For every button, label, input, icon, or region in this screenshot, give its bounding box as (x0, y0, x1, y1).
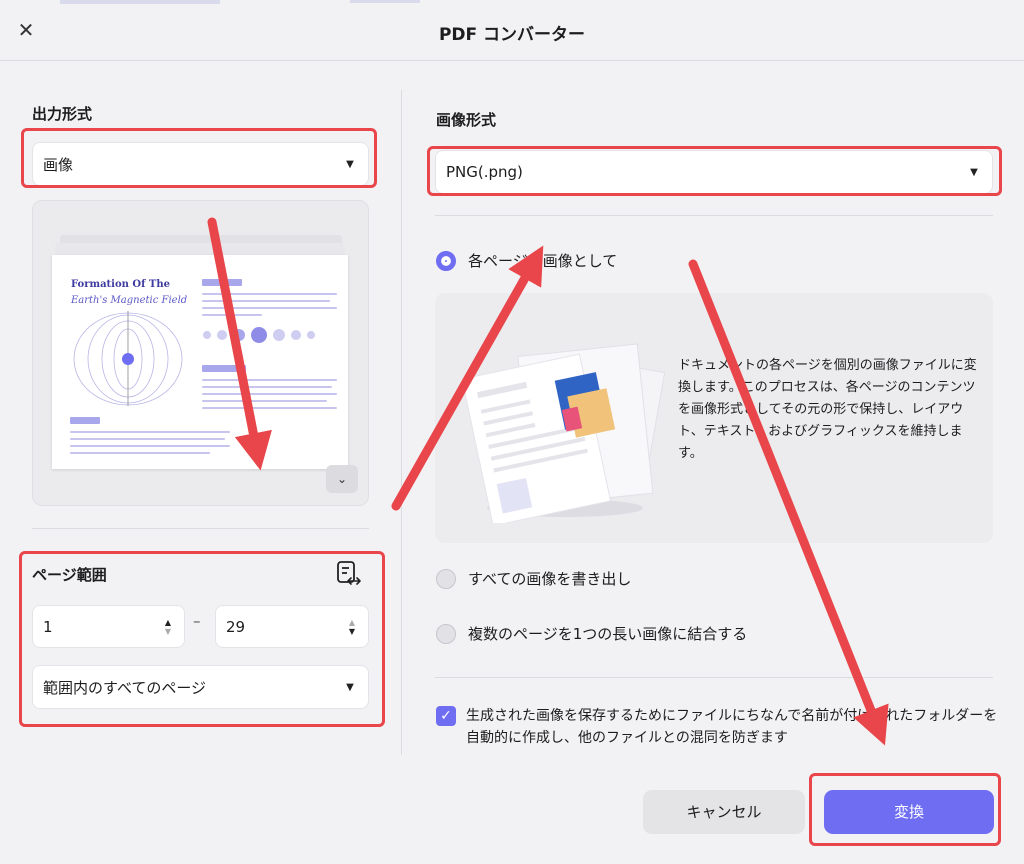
preview-text-line (202, 386, 332, 388)
option-export-all-images-label: すべての画像を書き出し (468, 570, 632, 588)
document-pages-illustration (465, 343, 665, 523)
planet-dot (203, 331, 211, 339)
preview-tag (70, 417, 100, 424)
page-stack-shadow (55, 243, 345, 255)
decrement-icon[interactable]: ▼ (344, 627, 360, 636)
chevron-down-icon: ▼ (970, 166, 978, 178)
cancel-button[interactable]: キャンセル (643, 790, 805, 834)
decrement-icon[interactable]: ▼ (160, 627, 176, 636)
expand-preview-button[interactable]: ⌄ (326, 465, 358, 493)
page-scope-select[interactable]: 範囲内のすべてのページ ▼ (32, 665, 369, 709)
preview-text-line (70, 438, 225, 440)
preview-text-line (202, 393, 337, 395)
planet-dot (217, 330, 227, 340)
preview-text-line (202, 293, 337, 295)
page-range-settings-icon[interactable] (334, 560, 362, 588)
option-combine-pages-label: 複数のページを1つの長い画像に結合する (468, 625, 748, 643)
preview-text-line (202, 307, 337, 309)
increment-icon[interactable]: ▲ (344, 618, 360, 627)
background-window-peek (60, 0, 220, 4)
preview-text-line (202, 407, 337, 409)
preview-text-line (202, 300, 330, 302)
background-window-peek (350, 0, 420, 3)
planet-dot (273, 329, 285, 341)
preview-text-line (70, 452, 210, 454)
output-format-select[interactable]: 画像 ▼ (32, 142, 369, 186)
preview-tag (202, 279, 242, 286)
page-scope-value: 範囲内のすべてのページ (43, 678, 207, 697)
chevron-down-icon: ▼ (346, 681, 354, 693)
preview-page: Formation Of The Earth's Magnetic Field (52, 255, 348, 469)
planet-dot (291, 330, 301, 340)
output-format-value: 画像 (43, 155, 74, 174)
image-format-label: 画像形式 (436, 111, 497, 129)
option-description-text: ドキュメントの各ページを個別の画像ファイルに変換します。このプロセスは、各ページ… (678, 358, 977, 461)
option-each-page[interactable]: 各ページを画像として (436, 250, 617, 271)
radio-selected-icon (436, 250, 456, 271)
preview-text-line (202, 314, 262, 316)
column-divider (401, 90, 402, 755)
page-range-from-stepper[interactable]: 1 ▲ ▼ (32, 605, 185, 648)
page-range-from-value: 1 (43, 617, 53, 636)
create-folder-label: 生成された画像を保存するためにファイルにちなんで名前が付けられたフォルダーを自動… (466, 708, 998, 746)
preview-text-line (70, 431, 230, 433)
document-preview: Formation Of The Earth's Magnetic Field (32, 200, 369, 506)
increment-icon[interactable]: ▲ (160, 618, 176, 627)
option-description-card: ドキュメントの各ページを個別の画像ファイルに変換します。このプロセスは、各ページ… (435, 293, 993, 543)
page-range-to-stepper[interactable]: 29 ▲ ▼ (215, 605, 369, 648)
image-format-value: PNG(.png) (446, 163, 523, 181)
chevron-down-icon: ⌄ (336, 472, 348, 486)
divider (435, 677, 993, 678)
page-range-label: ページ範囲 (32, 566, 107, 584)
create-folder-checkbox[interactable]: ✓ 生成された画像を保存するためにファイルにちなんで名前が付けられたフォルダーを… (436, 705, 1001, 749)
radio-unselected-icon (436, 623, 456, 644)
radio-unselected-icon (436, 568, 456, 589)
divider (32, 528, 369, 529)
page-range-to-value: 29 (226, 617, 246, 636)
option-combine-pages[interactable]: 複数のページを1つの長い画像に結合する (436, 623, 747, 644)
planet-dot (233, 329, 245, 341)
image-format-select[interactable]: PNG(.png) ▼ (435, 150, 993, 194)
preview-subtitle: Earth's Magnetic Field (71, 295, 188, 306)
preview-tag (202, 365, 246, 372)
output-format-label: 出力形式 (32, 105, 93, 123)
preview-text-line (202, 400, 327, 402)
planet-dot (307, 331, 315, 339)
checkmark-icon: ✓ (436, 706, 456, 726)
option-export-all-images[interactable]: すべての画像を書き出し (436, 568, 631, 589)
preview-text-line (70, 445, 230, 447)
preview-text-line (202, 379, 337, 381)
option-each-page-label: 各ページを画像として (468, 252, 618, 270)
divider (435, 215, 993, 216)
convert-button[interactable]: 変換 (824, 790, 994, 834)
range-separator: – (193, 612, 201, 630)
chevron-down-icon: ▼ (346, 158, 354, 170)
title-bar: ✕ PDF コンバーター (0, 0, 1024, 61)
magnetic-field-illustration (73, 311, 183, 406)
preview-title: Formation Of The (71, 279, 170, 290)
planet-dot (251, 327, 267, 343)
dialog-title: PDF コンバーター (438, 25, 586, 45)
